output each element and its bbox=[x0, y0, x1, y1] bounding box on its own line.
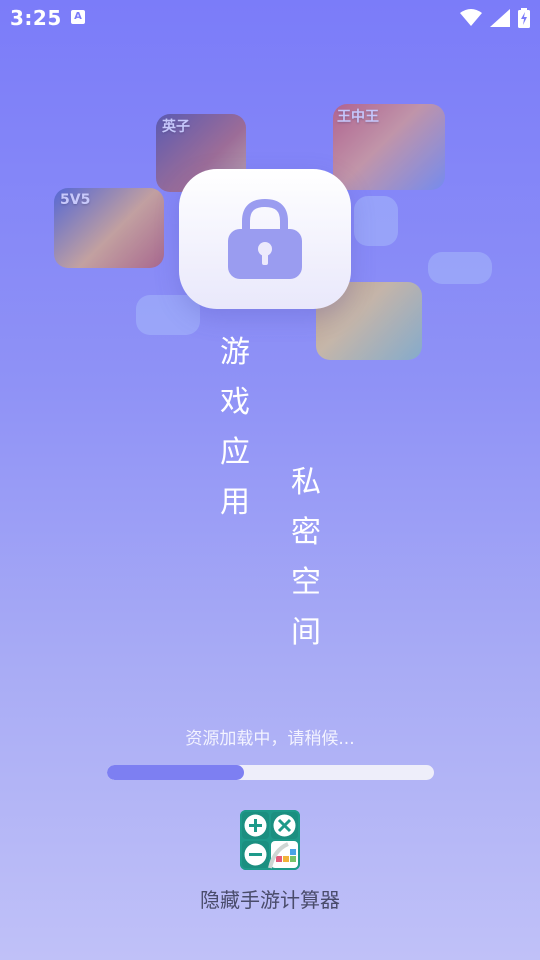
background-shape bbox=[428, 252, 492, 284]
lock-card bbox=[179, 169, 351, 309]
calculator-app-icon bbox=[240, 810, 300, 870]
headline-private-space: 私 密 空 间 bbox=[286, 458, 326, 658]
headline-char: 间 bbox=[291, 615, 321, 650]
loading-text: 资源加载中，请稍候... bbox=[185, 729, 355, 749]
progress-fill bbox=[107, 765, 245, 780]
game-tile-3: 5V5 bbox=[54, 188, 164, 268]
lock-icon bbox=[228, 199, 302, 279]
progress-bar bbox=[107, 765, 434, 780]
headline-char: 密 bbox=[291, 515, 321, 550]
headline-char: 私 bbox=[291, 465, 321, 500]
headline-char: 应 bbox=[220, 435, 250, 470]
app-name: 隐藏手游计算器 bbox=[200, 888, 340, 912]
game-tile-2: 王中王 bbox=[333, 104, 445, 190]
wifi-icon bbox=[460, 9, 482, 26]
signal-icon bbox=[490, 9, 510, 27]
tile-label: 英子 bbox=[162, 119, 190, 135]
tile-label: 5V5 bbox=[60, 192, 91, 208]
status-bar: 3:25 A bbox=[0, 0, 540, 36]
background-shape bbox=[136, 295, 200, 335]
background-shape bbox=[354, 196, 398, 246]
headline-char: 空 bbox=[291, 565, 321, 600]
status-time: 3:25 bbox=[10, 6, 62, 30]
status-icons bbox=[460, 7, 530, 29]
battery-charging-icon bbox=[518, 8, 530, 28]
a-icon: A bbox=[71, 10, 85, 24]
headline-game-apps: 游 戏 应 用 bbox=[215, 328, 255, 528]
tile-label: 王中王 bbox=[337, 109, 379, 125]
headline-char: 戏 bbox=[220, 385, 250, 420]
headline-char: 游 bbox=[220, 335, 250, 370]
headline-char: 用 bbox=[220, 485, 250, 520]
